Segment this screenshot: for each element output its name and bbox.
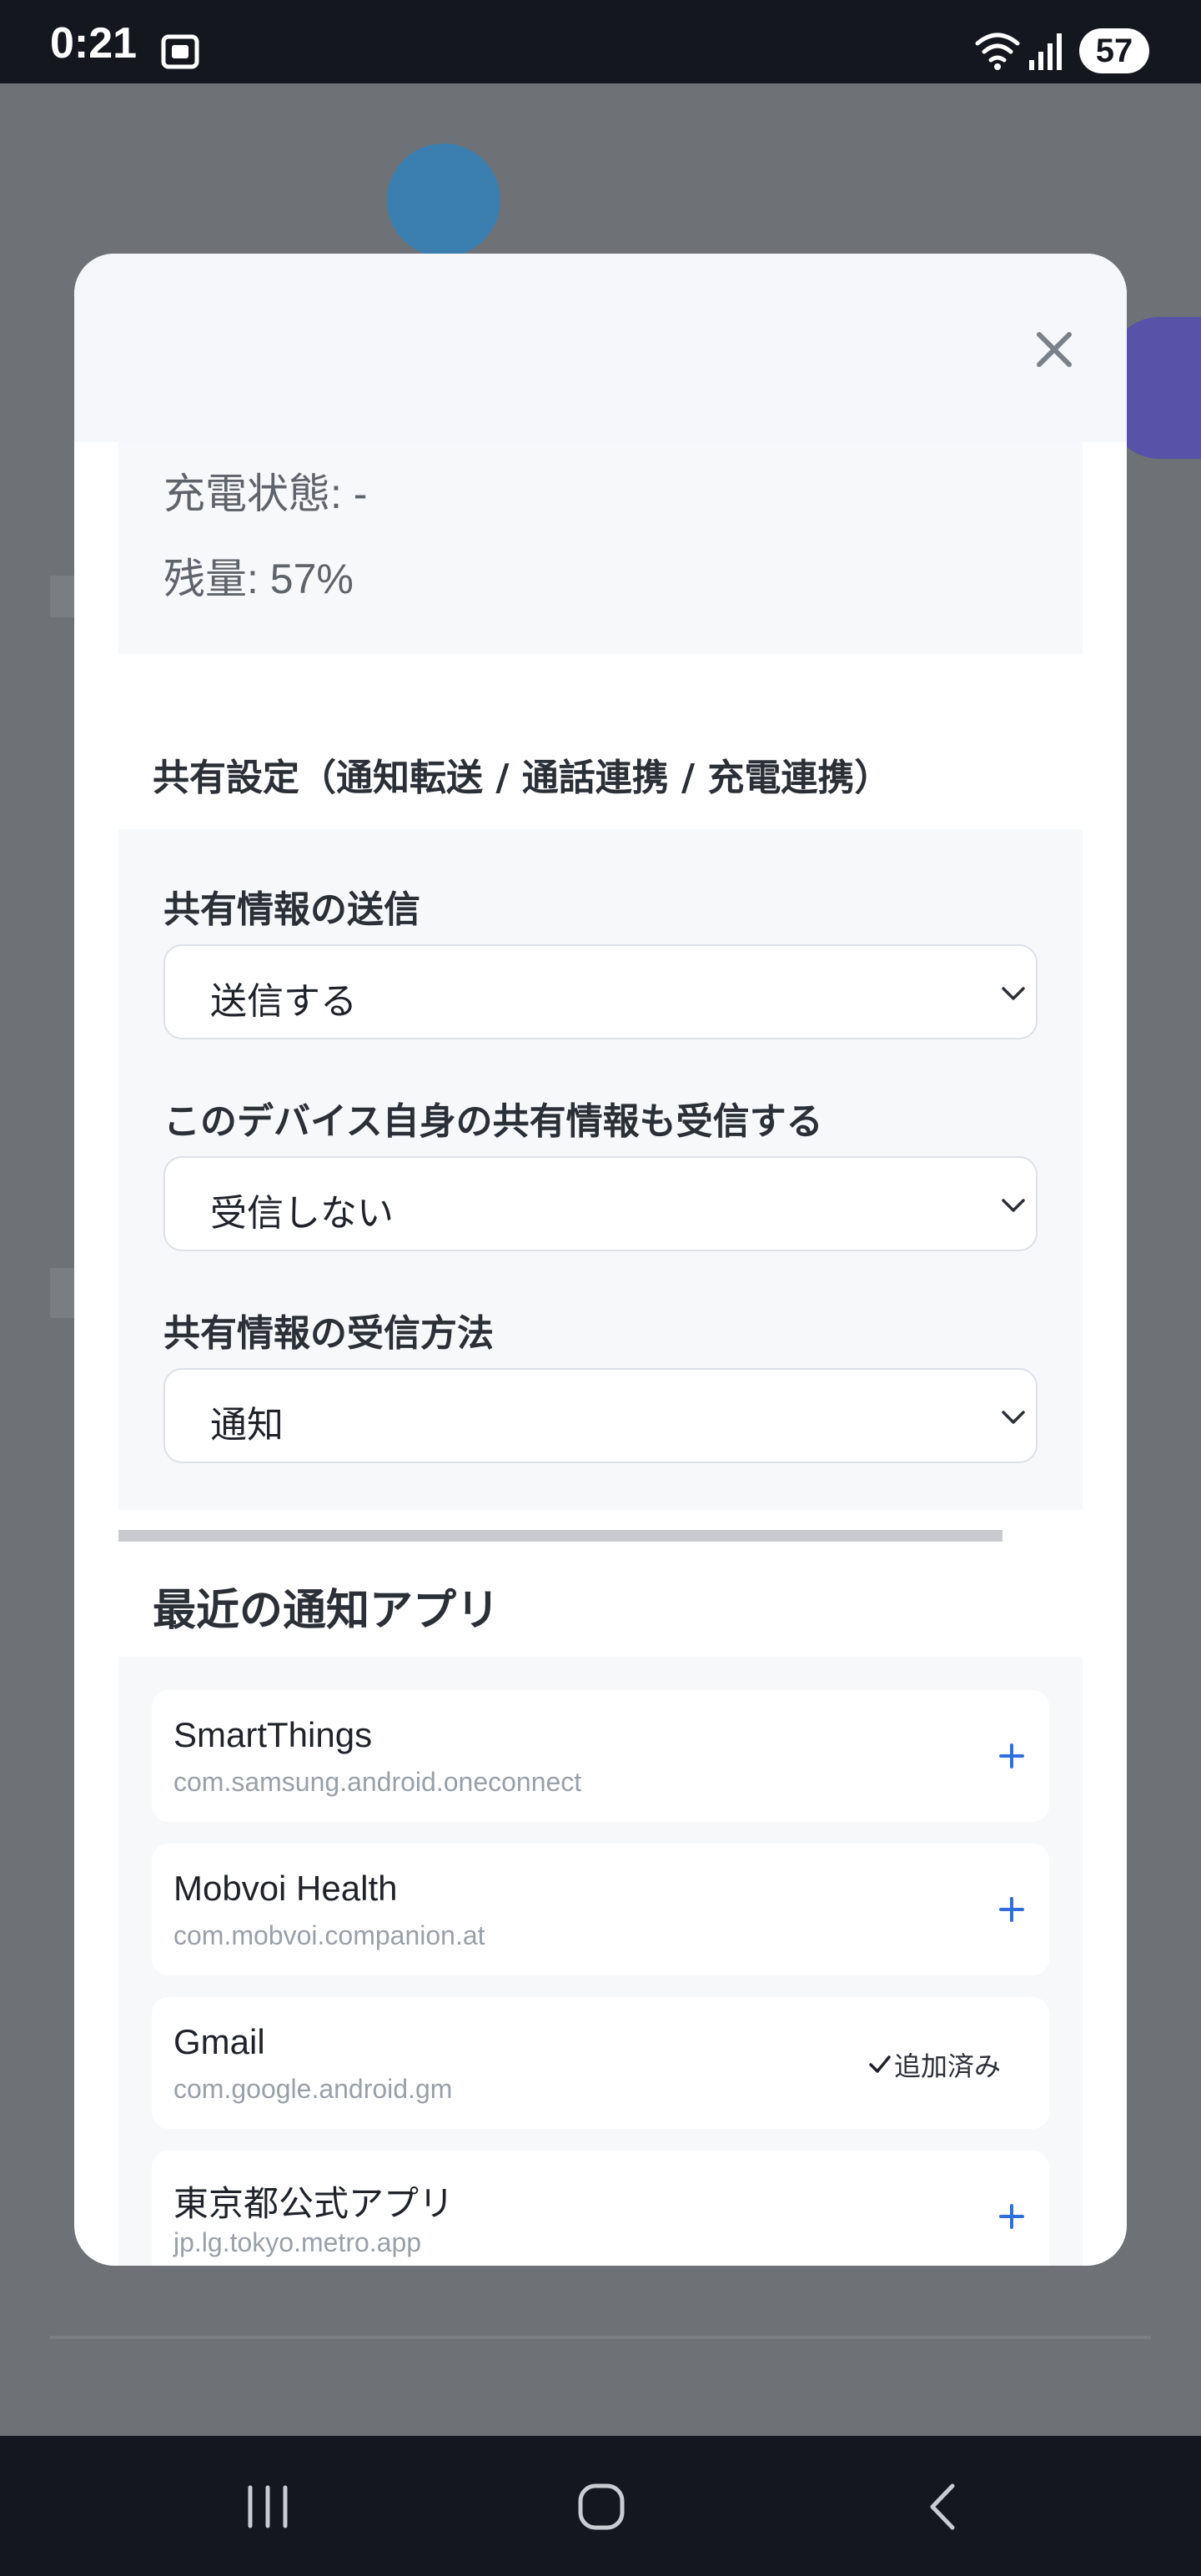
- send-select-value: 送信する: [210, 980, 357, 1023]
- home-icon[interactable]: [575, 2481, 627, 2533]
- add-icon[interactable]: [999, 1897, 1024, 1922]
- receive-method-label: 共有情報の受信方法: [163, 1312, 494, 1355]
- added-status-label: 追加済み: [894, 2050, 1002, 2082]
- receive-method-select[interactable]: 通知: [163, 1368, 1038, 1463]
- modal-body: 充電状態: - 残量: 57% 共有設定（通知転送 / 通話連携 / 充電連携）…: [74, 442, 1127, 2266]
- receive-self-select[interactable]: 受信しない: [163, 1156, 1038, 1251]
- back-icon[interactable]: [919, 2481, 971, 2533]
- app-name: Mobvoi Health: [173, 1869, 398, 1908]
- app-package: jp.lg.tokyo.metro.app: [173, 2227, 422, 2257]
- check-icon: [869, 2055, 891, 2073]
- share-settings-title: 共有設定（通知転送 / 通話連携 / 充電連携）: [153, 757, 892, 799]
- close-icon: [1037, 332, 1072, 367]
- receive-self-select-value: 受信しない: [210, 1192, 394, 1235]
- app-name: SmartThings: [173, 1715, 373, 1754]
- status-bar: 0:21 57: [0, 0, 1201, 83]
- modal-header: [74, 254, 1127, 442]
- device-info-panel: 充電状態: - 残量: 57%: [118, 442, 1083, 654]
- share-settings-panel: 共有情報の送信 送信する このデバイス自身の共有情報も受信する 受信しない 共有…: [118, 829, 1083, 1510]
- close-button[interactable]: [1025, 320, 1083, 379]
- navigation-bar: [0, 2436, 1201, 2576]
- battery-badge: 57: [1079, 28, 1149, 73]
- recents-icon[interactable]: [242, 2481, 294, 2533]
- send-select[interactable]: 送信する: [163, 944, 1038, 1039]
- settings-modal: 充電状態: - 残量: 57% 共有設定（通知転送 / 通話連携 / 充電連携）…: [74, 254, 1127, 2266]
- app-name: Gmail: [173, 2022, 265, 2061]
- background-logo: [387, 143, 500, 257]
- app-card-mobvoi-health[interactable]: Mobvoi Health com.mobvoi.companion.at: [152, 1844, 1049, 1975]
- add-icon[interactable]: [999, 2204, 1024, 2229]
- app-package: com.mobvoi.companion.at: [173, 1920, 485, 1950]
- chevron-down-icon: [1002, 1411, 1025, 1424]
- status-time: 0:21: [50, 19, 138, 68]
- app-name: 東京都公式アプリ: [173, 2184, 455, 2223]
- add-icon[interactable]: [999, 1743, 1024, 1768]
- section-divider: [118, 1530, 1003, 1542]
- send-label: 共有情報の送信: [163, 888, 420, 931]
- app-package: com.google.android.gm: [173, 2074, 453, 2104]
- recent-apps-panel: SmartThings com.samsung.android.oneconne…: [118, 1657, 1083, 2266]
- app-card-gmail[interactable]: Gmail com.google.android.gm 追加済み: [152, 1997, 1049, 2129]
- screenshot-icon: [161, 34, 199, 69]
- wifi-icon: [975, 33, 1020, 70]
- app-package: com.samsung.android.oneconnect: [173, 1767, 582, 1797]
- receive-method-select-value: 通知: [210, 1404, 284, 1446]
- battery-remaining: 残量: 57%: [163, 556, 354, 602]
- chevron-down-icon: [1002, 987, 1025, 1000]
- chevron-down-icon: [1002, 1199, 1025, 1212]
- charging-status: 充電状態: -: [163, 470, 368, 517]
- added-status: 追加済み: [867, 2045, 1001, 2084]
- signal-icon: [1029, 33, 1062, 70]
- background-divider: [50, 2336, 1151, 2339]
- recent-apps-title: 最近の通知アプリ: [153, 1586, 500, 1636]
- app-card-tokyo-official[interactable]: 東京都公式アプリ jp.lg.tokyo.metro.app: [152, 2151, 1049, 2266]
- receive-self-label: このデバイス自身の共有情報も受信する: [163, 1100, 823, 1143]
- app-card-smartthings[interactable]: SmartThings com.samsung.android.oneconne…: [152, 1690, 1049, 1822]
